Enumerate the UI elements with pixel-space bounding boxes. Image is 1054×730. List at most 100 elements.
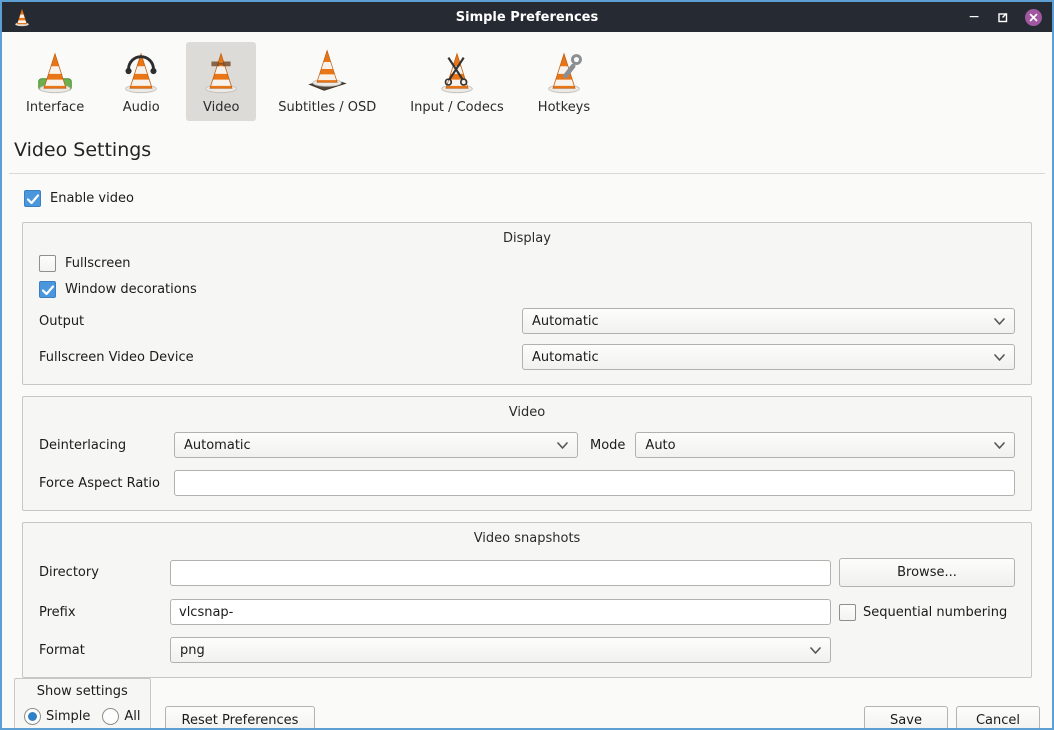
chevron-down-icon [810,647,821,654]
window-decorations-checkbox[interactable] [39,281,56,298]
directory-label: Directory [39,565,170,580]
category-toolbar: Interface Audio Video [2,32,1052,127]
show-settings-groupbox: Show settings Simple All [14,678,151,730]
tab-audio[interactable]: Audio [106,42,176,121]
page-title: Video Settings [14,139,1052,161]
footer: Show settings Simple All Reset Preferenc… [2,678,1052,730]
heading-divider [9,173,1045,174]
force-aspect-ratio-row: Force Aspect Ratio [39,470,1015,496]
deinterlacing-row: Deinterlacing Automatic Mode Auto [39,432,1015,458]
tab-interface-label: Interface [26,100,84,115]
output-dropdown-value: Automatic [532,314,599,329]
sequential-numbering-label: Sequential numbering [863,605,1007,620]
hotkeys-icon [541,49,587,95]
radio-dot [28,712,37,721]
chevron-down-icon [994,318,1005,325]
interface-icon [32,49,78,95]
output-row: Output Automatic [39,308,1015,334]
chevron-down-icon [994,354,1005,361]
window-decorations-label: Window decorations [65,282,197,297]
display-group-title: Display [31,231,1023,246]
tab-input-codecs[interactable]: Input / Codecs [398,42,516,121]
enable-video-label: Enable video [50,191,134,206]
close-button[interactable] [1025,9,1042,26]
prefix-row: Prefix Sequential numbering [39,599,1015,625]
format-label: Format [39,643,170,658]
force-aspect-ratio-label: Force Aspect Ratio [39,476,174,491]
video-groupbox: Video Deinterlacing Automatic Mode Auto … [22,396,1032,511]
enable-video-row: Enable video [24,190,1052,207]
mode-dropdown[interactable]: Auto [635,432,1015,458]
window-title: Simple Preferences [2,10,1052,25]
prefix-label: Prefix [39,605,170,620]
format-row: Format png [39,637,1015,663]
format-dropdown-value: png [180,643,205,658]
radio-option-simple[interactable]: Simple [24,708,90,725]
video-icon [198,49,244,95]
tab-hotkeys[interactable]: Hotkeys [526,42,602,121]
tab-audio-label: Audio [123,100,160,115]
mode-label: Mode [590,438,625,453]
tab-subtitles-osd-label: Subtitles / OSD [278,100,376,115]
checkmark-icon [25,191,40,206]
vlc-app-icon [12,7,32,27]
enable-video-checkbox[interactable] [24,190,41,207]
chevron-down-icon [557,442,568,449]
subtitles-icon [304,49,350,95]
simple-radio[interactable] [24,708,41,725]
fullscreen-video-device-dropdown[interactable]: Automatic [522,344,1015,370]
audio-icon [118,49,164,95]
fullscreen-checkbox[interactable] [39,255,56,272]
browse-button[interactable]: Browse... [839,558,1015,587]
deinterlacing-dropdown[interactable]: Automatic [174,432,578,458]
tab-video-label: Video [203,100,239,115]
window-decorations-row: Window decorations [39,281,1023,298]
prefix-rightcol: Sequential numbering [839,604,1015,621]
directory-row: Directory Browse... [39,558,1015,587]
display-groupbox: Display Fullscreen Window decorations Ou… [22,222,1032,385]
fullscreen-video-device-dropdown-value: Automatic [532,350,599,365]
tab-video[interactable]: Video [186,42,256,121]
all-radio[interactable] [102,708,119,725]
deinterlacing-label: Deinterlacing [39,438,174,453]
mode-dropdown-value: Auto [645,438,675,453]
save-button[interactable]: Save [864,706,948,730]
format-dropdown[interactable]: png [170,637,831,663]
prefix-input[interactable] [170,599,831,625]
titlebar[interactable]: Simple Preferences − [2,2,1052,32]
fullscreen-video-device-label: Fullscreen Video Device [39,350,194,365]
input-codecs-icon [434,49,480,95]
tab-input-codecs-label: Input / Codecs [410,100,504,115]
force-aspect-ratio-input[interactable] [174,470,1015,496]
save-cancel-group: Save Cancel [864,706,1040,730]
reset-wrap: Reset Preferences [165,706,316,730]
window-controls: − [968,9,1042,26]
radio-option-all[interactable]: All [102,708,140,725]
restore-icon [996,11,1009,24]
close-icon [1029,13,1038,22]
tab-subtitles-osd[interactable]: Subtitles / OSD [266,42,388,121]
directory-input[interactable] [170,560,831,586]
sequential-numbering-wrap: Sequential numbering [839,604,1007,621]
checkmark-icon [40,282,55,297]
chevron-down-icon [994,442,1005,449]
output-dropdown[interactable]: Automatic [522,308,1015,334]
preferences-window: Simple Preferences − [0,0,1054,730]
output-label: Output [39,314,84,329]
show-settings-options: Simple All [24,708,141,725]
video-snapshots-groupbox: Video snapshots Directory Browse... Pref… [22,522,1032,678]
all-radio-label: All [124,709,140,724]
video-snapshots-group-title: Video snapshots [31,531,1023,546]
directory-rightcol: Browse... [839,558,1015,587]
minimize-button[interactable]: − [968,12,980,22]
reset-preferences-button[interactable]: Reset Preferences [165,706,316,730]
restore-button[interactable] [996,11,1009,24]
tab-hotkeys-label: Hotkeys [538,100,590,115]
fullscreen-row: Fullscreen [39,255,1023,272]
video-group-title: Video [31,405,1023,420]
cancel-button[interactable]: Cancel [956,706,1040,730]
tab-interface[interactable]: Interface [14,42,96,121]
deinterlacing-dropdown-value: Automatic [184,438,251,453]
sequential-numbering-checkbox[interactable] [839,604,856,621]
fullscreen-video-device-row: Fullscreen Video Device Automatic [39,344,1015,370]
